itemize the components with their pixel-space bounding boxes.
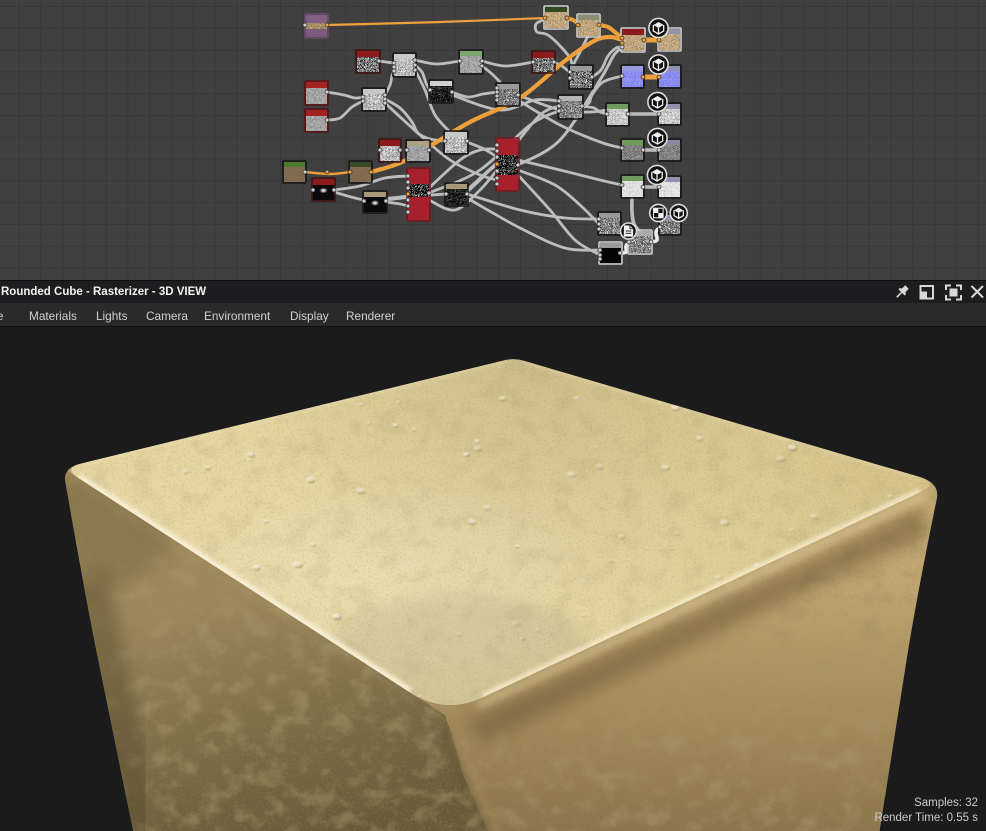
svg-text:Samples: 32: Samples: 32 [914,797,978,809]
svg-text:Render Time: 0.55 s: Render Time: 0.55 s [874,812,978,824]
